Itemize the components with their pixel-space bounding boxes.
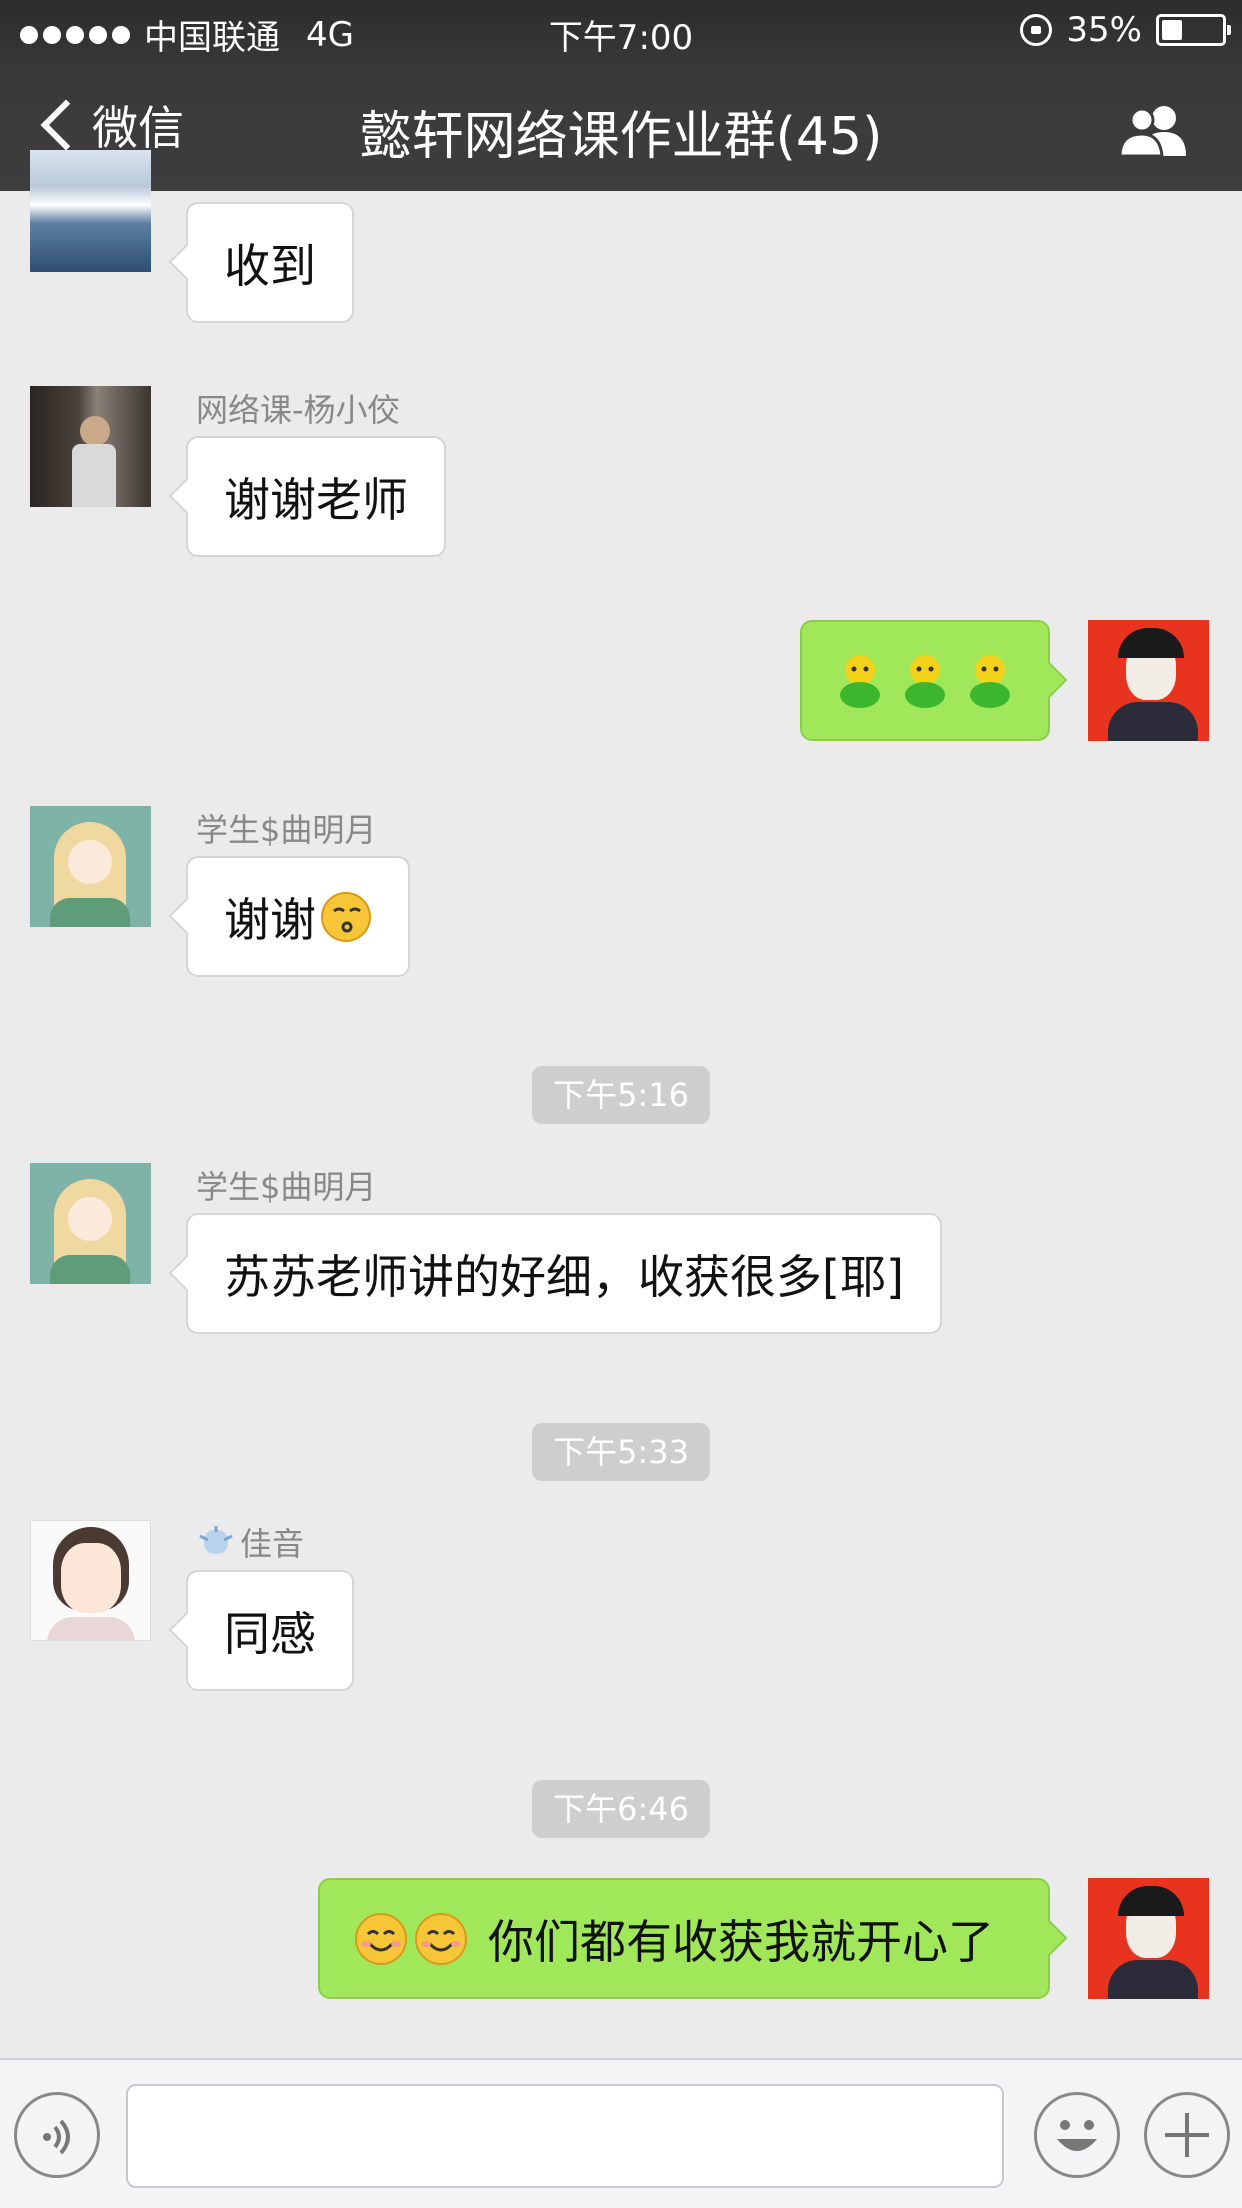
voice-button[interactable] — [14, 2092, 100, 2178]
green-chick-emoji — [970, 654, 1010, 708]
message-bubble[interactable]: 谢谢 — [186, 856, 410, 977]
message-bubble-outgoing[interactable]: 你们都有收获我就开心了 — [318, 1878, 1050, 1999]
message-text: 收到 — [224, 238, 316, 293]
smile-emoji — [355, 1912, 407, 1965]
sender-name: 学生$曲明月 — [196, 1168, 377, 1206]
chat-title: 懿轩网络课作业群(45) — [359, 107, 883, 167]
more-button[interactable] — [1144, 2092, 1230, 2178]
voice-icon — [43, 2119, 70, 2155]
message-text: 苏苏老师讲的好细，收获很多[耶] — [224, 1249, 904, 1304]
badge-icon — [199, 1526, 233, 1554]
rotation-lock-icon — [1020, 14, 1053, 46]
timestamp: 下午5:16 — [532, 1066, 710, 1124]
message-bubble[interactable]: 同感 — [186, 1570, 354, 1691]
green-chick-emoji — [840, 654, 880, 708]
status-bar: 中国联通 4G 下午7:00 35% — [0, 0, 1242, 62]
avatar-self[interactable] — [1088, 620, 1209, 741]
input-bar — [0, 2058, 1242, 2208]
green-chick-emoji — [905, 654, 945, 708]
battery-fill — [1162, 20, 1182, 40]
message-text: 你们都有收获我就开心了 — [488, 1914, 994, 1969]
message-bubble[interactable]: 收到 — [186, 202, 354, 323]
message-text: 谢谢老师 — [224, 472, 408, 527]
plus-icon — [1165, 2113, 1209, 2157]
avatar[interactable] — [30, 806, 151, 927]
message-text: 谢谢 — [224, 892, 316, 947]
smile-emoji — [415, 1912, 467, 1965]
avatar[interactable] — [30, 386, 151, 507]
kiss-emoji — [321, 891, 371, 942]
avatar[interactable] — [30, 1163, 151, 1284]
message-input[interactable] — [126, 2084, 1004, 2188]
timestamp: 下午6:46 — [532, 1780, 710, 1838]
group-members-icon[interactable] — [1116, 102, 1192, 156]
message-bubble[interactable]: 谢谢老师 — [186, 436, 446, 557]
sender-name: 网络课-杨小佼 — [196, 391, 400, 429]
avatar[interactable] — [30, 150, 151, 272]
message-bubble[interactable]: 苏苏老师讲的好细，收获很多[耶] — [186, 1213, 942, 1334]
emoji-button[interactable] — [1034, 2092, 1120, 2178]
avatar-self[interactable] — [1088, 1878, 1209, 1999]
status-right: 35% — [1020, 10, 1231, 50]
timestamp: 下午5:33 — [532, 1423, 710, 1481]
battery-icon — [1156, 14, 1231, 46]
battery-percent: 35% — [1066, 10, 1142, 50]
message-bubble-outgoing[interactable] — [800, 620, 1050, 741]
avatar[interactable] — [30, 1520, 151, 1641]
sender-name-text: 佳音 — [240, 1525, 305, 1563]
nav-bar: 微信 懿轩网络课作业群(45) — [0, 62, 1242, 191]
face-icon — [1057, 2120, 1097, 2151]
top-bar: 中国联通 4G 下午7:00 35% 微信 懿轩网络课作业群(45) — [0, 0, 1242, 191]
sender-name: 学生$曲明月 — [196, 811, 377, 849]
message-text: 同感 — [224, 1606, 316, 1661]
sender-name: 佳音 — [196, 1519, 304, 1565]
